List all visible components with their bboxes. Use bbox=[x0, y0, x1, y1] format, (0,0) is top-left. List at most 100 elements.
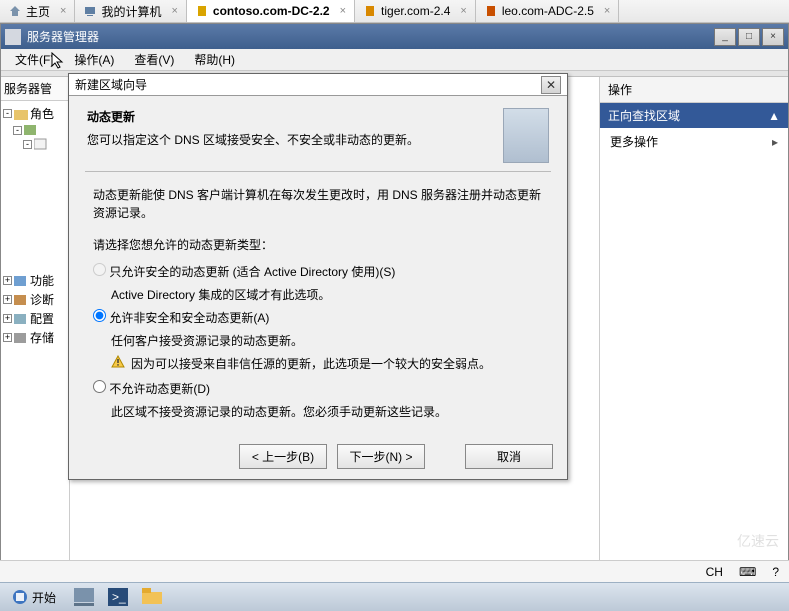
radio-no-dynamic[interactable]: 不允许动态更新(D) bbox=[93, 380, 543, 397]
tree-label: 存储 bbox=[30, 329, 54, 346]
collapse-icon[interactable]: - bbox=[23, 140, 32, 149]
server-icon bbox=[195, 4, 209, 18]
warning-text: 因为可以接受来自非信任源的更新，此选项是一个较大的安全弱点。 bbox=[131, 355, 491, 372]
tree-item-config[interactable]: + 配置 bbox=[3, 309, 67, 328]
tab-close-icon[interactable]: × bbox=[340, 5, 346, 17]
tab-contoso[interactable]: contoso.com-DC-2.2 × bbox=[187, 0, 355, 22]
folder-icon bbox=[14, 332, 28, 344]
menu-help[interactable]: 帮助(H) bbox=[184, 49, 245, 70]
watermark: 亿速云 bbox=[737, 531, 779, 551]
task-explorer[interactable] bbox=[138, 586, 166, 608]
tree-header: 服务器管 bbox=[1, 77, 69, 101]
menu-action[interactable]: 操作(A) bbox=[64, 49, 124, 70]
tab-mycomputer[interactable]: 我的计算机 × bbox=[75, 0, 186, 22]
start-label: 开始 bbox=[32, 589, 56, 606]
radio-input[interactable] bbox=[93, 309, 106, 322]
titlebar: 服务器管理器 _ □ × bbox=[1, 24, 788, 49]
tree-item-diag[interactable]: + 诊断 bbox=[3, 290, 67, 309]
menu-view[interactable]: 查看(V) bbox=[124, 49, 184, 70]
collapse-icon[interactable]: - bbox=[3, 109, 12, 118]
dialog-close-button[interactable]: ✕ bbox=[541, 76, 561, 94]
ime-help-icon[interactable]: ? bbox=[768, 565, 783, 579]
start-button[interactable]: 开始 bbox=[4, 587, 64, 608]
dialog-subhead: 您可以指定这个 DNS 区域接受安全、不安全或非动态的更新。 bbox=[87, 131, 493, 148]
folder-icon bbox=[14, 275, 28, 287]
more-actions[interactable]: 更多操作 ▸ bbox=[600, 128, 788, 155]
tree-item[interactable]: - bbox=[13, 123, 67, 137]
radio-input[interactable] bbox=[93, 380, 106, 393]
nav-tree-panel: 服务器管 - 角色 - - + 功 bbox=[1, 77, 70, 577]
tree: - 角色 - - + 功能 + bbox=[1, 101, 69, 350]
browser-tabbar: 主页 × 我的计算机 × contoso.com-DC-2.2 × tiger.… bbox=[0, 0, 789, 23]
ime-lang[interactable]: CH bbox=[702, 565, 727, 579]
radio-label: 允许非安全和安全动态更新(A) bbox=[109, 311, 269, 325]
tree-label: 配置 bbox=[30, 310, 54, 327]
radio-desc: Active Directory 集成的区域才有此选项。 bbox=[111, 286, 543, 303]
dialog-heading: 动态更新 bbox=[87, 108, 493, 125]
tree-label: 诊断 bbox=[30, 291, 54, 308]
dialog-prompt: 请选择您想允许的动态更新类型： bbox=[93, 236, 543, 253]
tree-label: 角色 bbox=[30, 105, 54, 122]
section-label: 正向查找区域 bbox=[608, 107, 680, 124]
close-button[interactable]: × bbox=[762, 28, 784, 46]
tab-home[interactable]: 主页 × bbox=[0, 0, 75, 22]
folder-icon bbox=[14, 313, 28, 325]
computer-icon bbox=[83, 4, 97, 18]
expand-icon[interactable]: + bbox=[3, 276, 12, 285]
expand-icon[interactable]: + bbox=[3, 314, 12, 323]
home-icon bbox=[8, 4, 22, 18]
tab-label: 我的计算机 bbox=[101, 3, 161, 20]
radio-nonsecure-and-secure[interactable]: 允许非安全和安全动态更新(A) bbox=[93, 309, 543, 326]
tab-label: tiger.com-2.4 bbox=[381, 4, 450, 18]
taskbar: 开始 >_ bbox=[0, 582, 789, 611]
dialog-description: 动态更新能使 DNS 客户端计算机在每次发生更改时，用 DNS 服务器注册并动态… bbox=[93, 186, 543, 222]
ime-keyboard-icon[interactable]: ⌨ bbox=[735, 565, 760, 579]
tab-close-icon[interactable]: × bbox=[60, 5, 66, 17]
tree-item[interactable]: - bbox=[23, 137, 67, 151]
tab-leo[interactable]: leo.com-ADC-2.5 × bbox=[476, 0, 619, 22]
warning-icon bbox=[111, 355, 125, 369]
task-powershell[interactable]: >_ bbox=[104, 586, 132, 608]
app-icon bbox=[5, 29, 21, 45]
task-servermgr[interactable] bbox=[70, 586, 98, 608]
action-label: 更多操作 bbox=[610, 133, 658, 150]
maximize-button[interactable]: □ bbox=[738, 28, 760, 46]
tree-item-roles[interactable]: - 角色 bbox=[3, 104, 67, 123]
menu-file[interactable]: 文件(F) bbox=[5, 49, 64, 70]
expand-icon[interactable]: + bbox=[3, 295, 12, 304]
folder-icon bbox=[14, 294, 28, 306]
tab-label: contoso.com-DC-2.2 bbox=[213, 4, 330, 18]
back-button[interactable]: < 上一步(B) bbox=[239, 444, 327, 469]
tree-item-features[interactable]: + 功能 bbox=[3, 271, 67, 290]
tab-label: 主页 bbox=[26, 3, 50, 20]
statusbar: CH ⌨ ? bbox=[0, 560, 789, 582]
expand-icon[interactable]: + bbox=[3, 333, 12, 342]
windows-icon bbox=[12, 589, 28, 605]
tree-item-storage[interactable]: + 存储 bbox=[3, 328, 67, 347]
folder-icon bbox=[14, 108, 28, 120]
server-icon bbox=[363, 4, 377, 18]
node-icon bbox=[34, 138, 48, 150]
window-title: 服务器管理器 bbox=[27, 28, 99, 45]
server-icon bbox=[484, 4, 498, 18]
actions-header: 操作 bbox=[600, 77, 788, 103]
tab-tiger[interactable]: tiger.com-2.4 × bbox=[355, 0, 476, 22]
radio-desc: 此区域不接受资源记录的动态更新。您必须手动更新这些记录。 bbox=[111, 403, 543, 420]
minimize-button[interactable]: _ bbox=[714, 28, 736, 46]
chevron-right-icon: ▸ bbox=[772, 135, 778, 149]
tab-close-icon[interactable]: × bbox=[460, 5, 466, 17]
wizard-image bbox=[503, 108, 549, 163]
radio-label: 只允许安全的动态更新 (适合 Active Directory 使用)(S) bbox=[109, 265, 395, 279]
actions-panel: 操作 正向查找区域 ▲ 更多操作 ▸ bbox=[599, 77, 788, 577]
tab-close-icon[interactable]: × bbox=[604, 5, 610, 17]
radio-label: 不允许动态更新(D) bbox=[109, 382, 210, 396]
cancel-button[interactable]: 取消 bbox=[465, 444, 553, 469]
actions-section[interactable]: 正向查找区域 ▲ bbox=[600, 103, 788, 128]
radio-secure-only[interactable]: 只允许安全的动态更新 (适合 Active Directory 使用)(S) bbox=[93, 263, 543, 280]
tab-close-icon[interactable]: × bbox=[171, 5, 177, 17]
radio-desc: 任何客户接受资源记录的动态更新。 bbox=[111, 332, 543, 349]
new-zone-wizard-dialog: 新建区域向导 ✕ 动态更新 您可以指定这个 DNS 区域接受安全、不安全或非动态… bbox=[68, 73, 568, 480]
menubar: 文件(F) 操作(A) 查看(V) 帮助(H) bbox=[1, 49, 788, 71]
collapse-icon[interactable]: - bbox=[13, 126, 22, 135]
next-button[interactable]: 下一步(N) > bbox=[337, 444, 425, 469]
